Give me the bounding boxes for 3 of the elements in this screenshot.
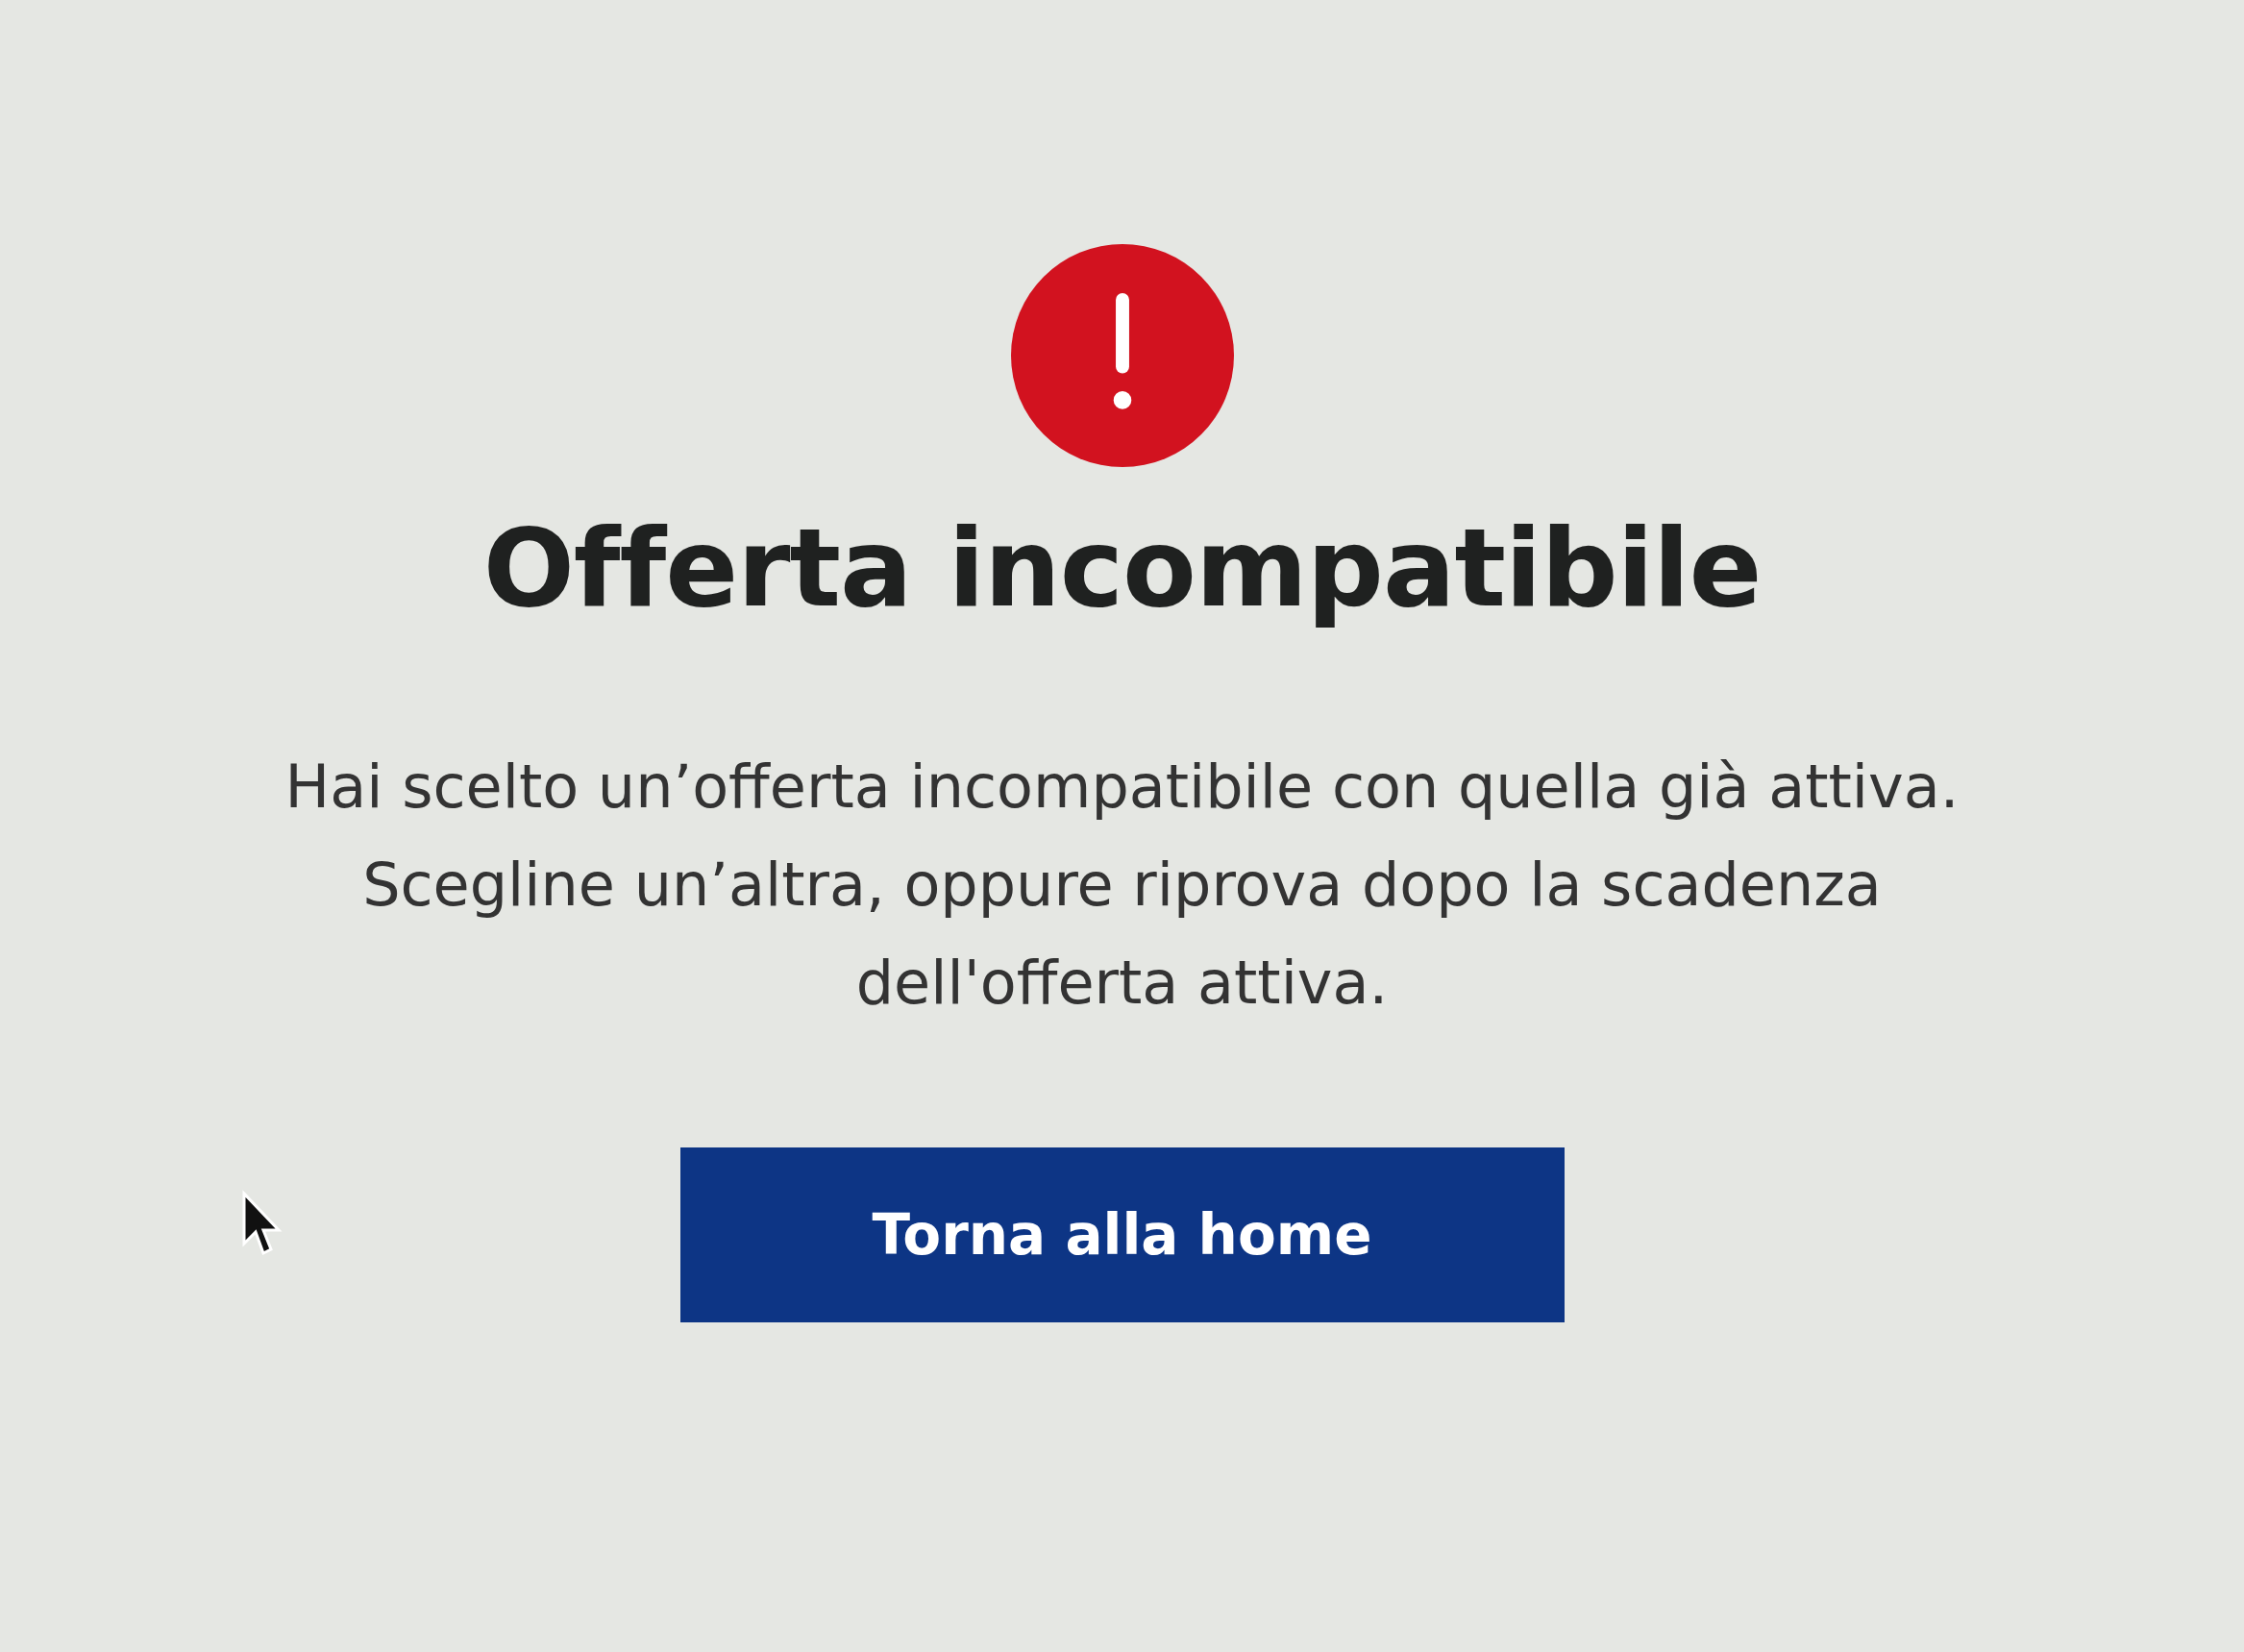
page-title: Offerta incompatibile [482,505,1762,630]
message-text: Hai scelto un’offerta incompatibile con quella già attiva. Scegline un’altra, oppure riprova dopo la scadenza dell'offerta attiva. [284,751,1960,1020]
home-button[interactable]: Torna alla home [679,1147,1565,1322]
